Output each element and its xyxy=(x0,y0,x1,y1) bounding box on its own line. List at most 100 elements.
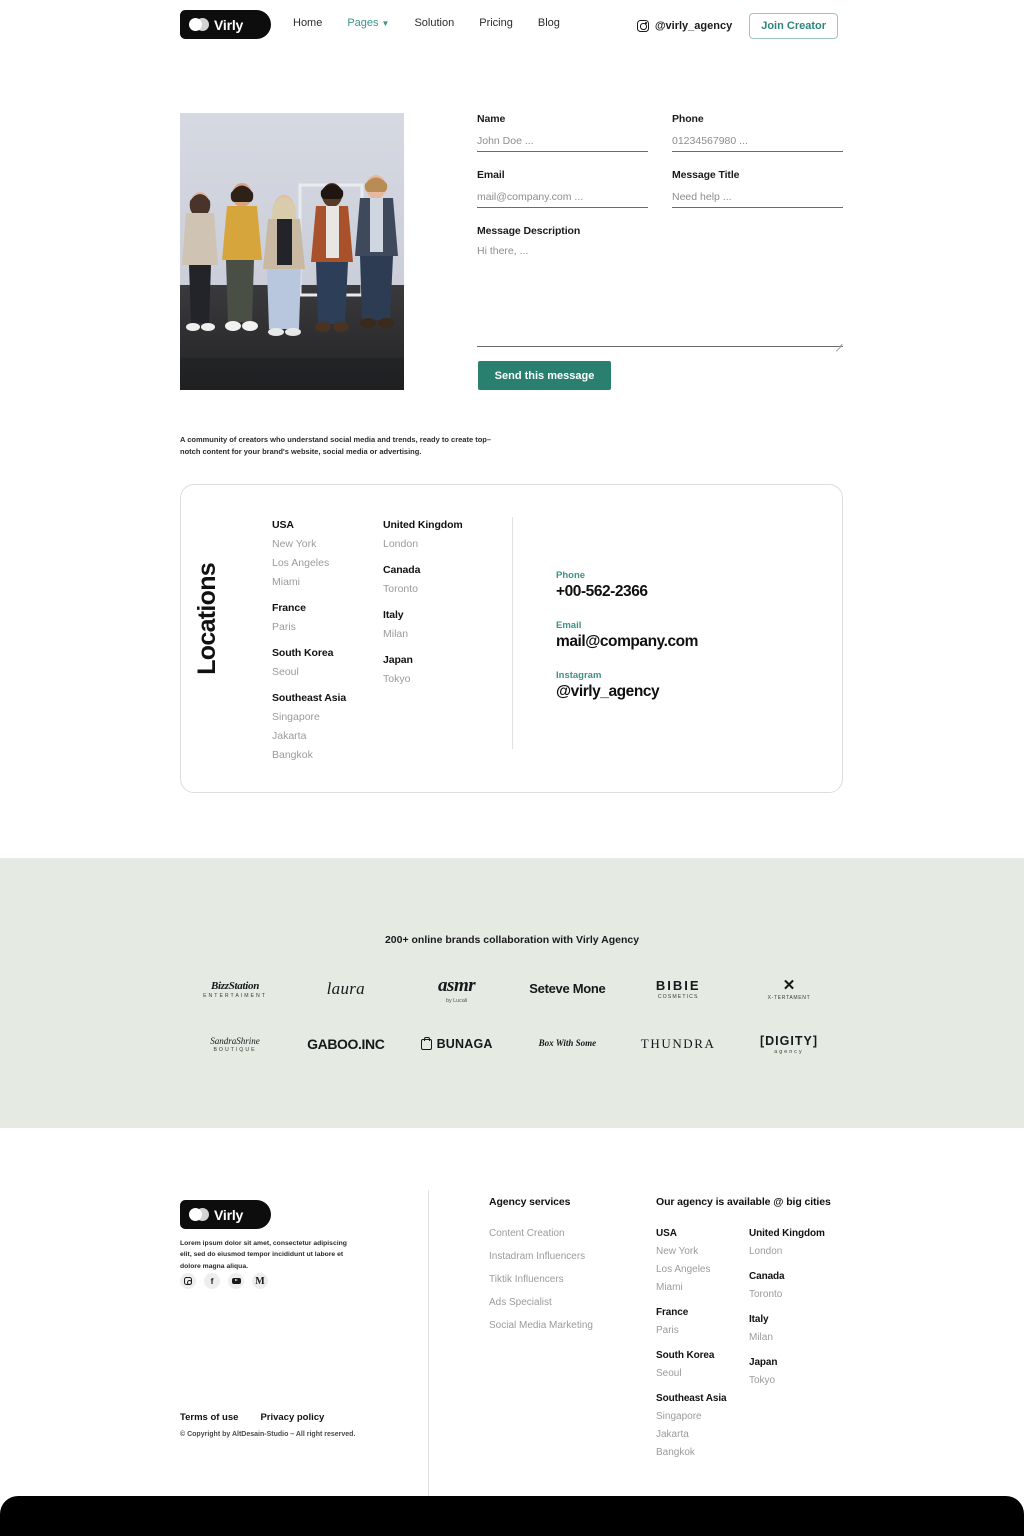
footer-copyright: © Copyright by AltDesain-Studio – All ri… xyxy=(180,1431,356,1438)
facebook-icon[interactable]: f xyxy=(204,1273,220,1289)
brands-row-1: BizzStation ENTERTAIMENT laura asmr by L… xyxy=(180,968,844,1010)
nav-item-blog[interactable]: Blog xyxy=(538,17,560,29)
brand-logo-digity[interactable]: [DIGITY] agency xyxy=(734,1034,844,1055)
brands-row-2: SandraShrine BOUTIQUE GABOO.INC BUNAGA B… xyxy=(180,1023,844,1065)
footer-city: Tokyo xyxy=(749,1375,776,1386)
field-message-description: Message Description xyxy=(477,225,843,352)
brand-name: THUNDRA xyxy=(640,1036,716,1051)
brand-logo-bibie[interactable]: BIBIE COSMETICS xyxy=(623,978,733,1000)
locations-country: France xyxy=(272,602,306,614)
card-divider xyxy=(512,517,513,749)
brand-sub: agency xyxy=(774,1048,804,1055)
privacy-policy-link[interactable]: Privacy policy xyxy=(260,1412,324,1423)
brand-logo-x-tertament[interactable]: ✕ X-TERTAMENT xyxy=(734,978,844,1001)
instagram-icon[interactable] xyxy=(180,1273,196,1289)
bag-icon xyxy=(420,1036,432,1050)
locations-country: Southeast Asia xyxy=(272,692,347,704)
brand-logo-asmr[interactable]: asmr by Lucali xyxy=(402,975,512,1004)
footer-logo[interactable]: Virly xyxy=(180,1200,271,1229)
footer-country: Southeast Asia xyxy=(656,1393,727,1404)
join-creator-button[interactable]: Join Creator xyxy=(749,13,838,39)
brand-sub: COSMETICS xyxy=(657,994,699,1000)
brand-logo-sandrashrine[interactable]: SandraShrine BOUTIQUE xyxy=(180,1036,290,1053)
locations-country: Canada xyxy=(383,564,421,576)
brand-sub: ENTERTAIMENT xyxy=(203,992,267,999)
brand-name: SandraShrine xyxy=(210,1035,260,1046)
locations-country: Japan xyxy=(383,654,413,666)
youtube-icon[interactable] xyxy=(228,1273,244,1289)
brand-logo-thundra[interactable]: THUNDRA xyxy=(623,1036,733,1052)
brand-logo-seteve-mone[interactable]: Seteve Mone xyxy=(512,981,622,996)
brand-name: [DIGITY] xyxy=(759,1033,818,1048)
footer-legal-links: Terms of use Privacy policy xyxy=(180,1412,324,1423)
brand-name-text: BUNAGA xyxy=(436,1037,493,1051)
contact-value-instagram[interactable]: @virly_agency xyxy=(556,683,698,701)
virly-mark-icon xyxy=(189,18,209,31)
footer-country: France xyxy=(656,1307,689,1318)
footer-city: Paris xyxy=(656,1325,679,1336)
locations-city: Jakarta xyxy=(272,730,307,742)
footer-link-tiktok-influencers[interactable]: Tiktik Influencers xyxy=(489,1274,593,1285)
card-contact-block: Phone +00-562-2366 Email mail@company.co… xyxy=(556,570,698,720)
footer-country: Canada xyxy=(749,1271,785,1282)
brand-logo-box-with-some[interactable]: Box With Some xyxy=(512,1037,622,1051)
brand-logo-bizzstation[interactable]: BizzStation ENTERTAIMENT xyxy=(180,980,290,999)
site-logo[interactable]: Virly xyxy=(180,10,271,39)
nav-links: Home Pages ▼ Solution Pricing Blog xyxy=(293,17,560,29)
footer-link-instagram-influencers[interactable]: Instadram Influencers xyxy=(489,1251,593,1262)
footer-country: USA xyxy=(656,1228,677,1239)
locations-card: Locations USA New York Los Angeles Miami… xyxy=(180,484,843,793)
terms-of-use-link[interactable]: Terms of use xyxy=(180,1412,238,1423)
footer-city: Seoul xyxy=(656,1368,682,1379)
locations-city: Toronto xyxy=(383,583,419,595)
brand-sub: X-TERTAMENT xyxy=(767,994,811,1001)
contact-label-instagram: Instagram xyxy=(556,670,602,681)
brand-name: GABOO.INC xyxy=(307,1036,385,1052)
field-phone: Phone xyxy=(672,113,843,152)
input-phone[interactable] xyxy=(672,135,843,152)
input-message-title[interactable] xyxy=(672,191,843,208)
input-message-description[interactable] xyxy=(477,243,843,347)
input-email[interactable] xyxy=(477,191,648,208)
nav-item-pages[interactable]: Pages ▼ xyxy=(347,17,389,29)
footer-city: Singapore xyxy=(656,1411,702,1422)
brand-name: laura xyxy=(326,979,365,998)
virly-mark-icon xyxy=(189,1208,209,1221)
field-email: Email xyxy=(477,169,648,208)
locations-city: Bangkok xyxy=(272,749,313,761)
brand-name: asmr xyxy=(438,974,476,996)
medium-icon[interactable]: M xyxy=(252,1273,268,1289)
footer-country: Italy xyxy=(749,1314,769,1325)
team-photo xyxy=(180,113,404,390)
footer-city: Los Angeles xyxy=(656,1264,711,1275)
brand-sub: by Lucali xyxy=(445,997,468,1004)
footer-link-content-creation[interactable]: Content Creation xyxy=(489,1228,593,1239)
locations-city: Miami xyxy=(272,576,300,588)
contact-value-phone[interactable]: +00-562-2366 xyxy=(556,583,698,601)
contact-value-email[interactable]: mail@company.com xyxy=(556,633,698,651)
footer-services-heading: Agency services xyxy=(489,1196,571,1208)
footer-link-ads-specialist[interactable]: Ads Specialist xyxy=(489,1297,593,1308)
brand-logo-gaboo-inc[interactable]: GABOO.INC xyxy=(291,1036,401,1052)
input-name[interactable] xyxy=(477,135,648,152)
nav-item-pricing[interactable]: Pricing xyxy=(479,17,513,29)
instagram-handle-link[interactable]: @virly_agency xyxy=(636,20,732,32)
footer-link-social-media-marketing[interactable]: Social Media Marketing xyxy=(489,1320,593,1331)
footer-services-column: Agency services Content Creation Instadr… xyxy=(489,1196,593,1343)
contact-label-email: Email xyxy=(556,620,582,631)
footer-city: Milan xyxy=(749,1332,773,1343)
footer-city: Toronto xyxy=(749,1289,783,1300)
nav-item-home[interactable]: Home xyxy=(293,17,322,29)
field-name: Name xyxy=(477,113,648,152)
nav-item-solution[interactable]: Solution xyxy=(414,17,454,29)
brand-logo-laura[interactable]: laura xyxy=(291,979,401,999)
brand-logo-bunaga[interactable]: BUNAGA xyxy=(402,1036,512,1051)
label-email: Email xyxy=(477,169,505,181)
contact-label-phone: Phone xyxy=(556,570,586,581)
locations-column-1: USA New York Los Angeles Miami France Pa… xyxy=(272,519,346,761)
locations-country: Italy xyxy=(383,609,404,621)
locations-city: Los Angeles xyxy=(272,557,330,569)
brand-name: BizzStation xyxy=(210,979,260,992)
send-message-button[interactable]: Send this message xyxy=(478,361,611,390)
footer-city: London xyxy=(749,1246,783,1257)
